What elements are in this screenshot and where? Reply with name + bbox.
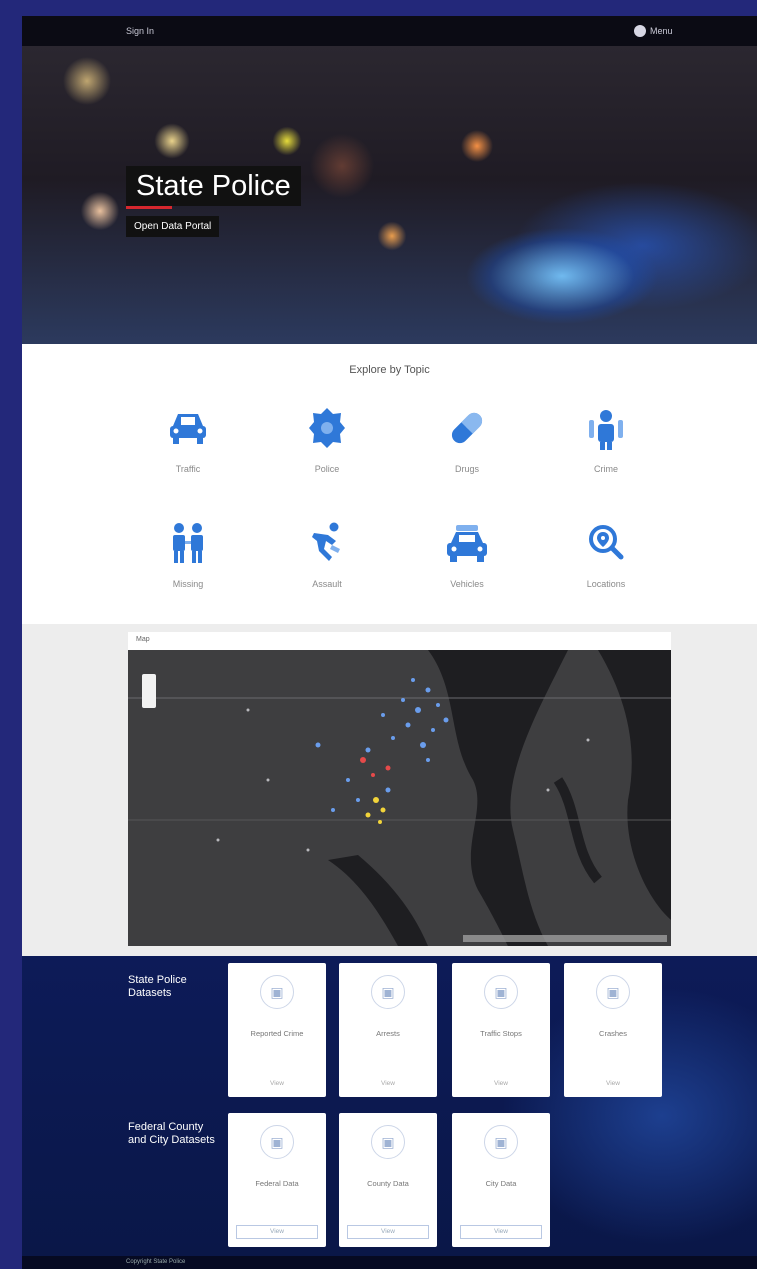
dataset-card[interactable]: ▣ Traffic Stops View — [452, 963, 550, 1097]
topic-item-traffic[interactable]: Traffic — [128, 404, 248, 474]
dataset-card[interactable]: ▣ City Data View — [452, 1113, 550, 1247]
dataset-icon: ▣ — [371, 1125, 405, 1159]
dataset-icon: ▣ — [484, 975, 518, 1009]
dataset-title: City Data — [485, 1179, 517, 1188]
brand-link[interactable]: Sign In — [126, 26, 154, 36]
dataset-button[interactable]: View — [460, 1225, 542, 1239]
dataset-icon: ▣ — [371, 975, 405, 1009]
topics-section: Explore by Topic Traffic Police Drugs Cr… — [22, 344, 757, 624]
dataset-title: Traffic Stops — [480, 1029, 522, 1038]
topic-label: Missing — [172, 579, 204, 589]
map-window: Map — [128, 632, 671, 946]
topic-item-assault[interactable]: Assault — [267, 519, 387, 589]
location-search-icon — [589, 525, 624, 560]
dataset-link[interactable]: View — [452, 1080, 550, 1087]
dataset-button[interactable]: View — [347, 1225, 429, 1239]
dataset-button[interactable]: View — [236, 1225, 318, 1239]
topic-label: Crime — [594, 464, 618, 474]
page-frame: Sign In Menu State Police Open Data Port… — [22, 16, 757, 1269]
dataset-title: Arrests — [376, 1029, 400, 1038]
page-subtitle: Open Data Portal — [126, 216, 220, 237]
dataset-icon: ▣ — [260, 975, 294, 1009]
topic-item-crime[interactable]: Crime — [546, 404, 666, 474]
dataset-card[interactable]: ▣ County Data View — [339, 1113, 437, 1247]
dataset-link[interactable]: View — [339, 1080, 437, 1087]
user-menu-label: Menu — [650, 26, 673, 36]
dataset-title: Crashes — [599, 1029, 627, 1038]
crime-map[interactable] — [128, 650, 671, 946]
dataset-title: County Data — [367, 1179, 409, 1188]
dataset-link[interactable]: View — [228, 1080, 326, 1087]
topic-label: Assault — [312, 579, 342, 589]
police-badge-icon — [309, 408, 345, 448]
page-title: State Police — [126, 166, 301, 209]
dataset-link[interactable]: View — [564, 1080, 662, 1087]
family-icon — [173, 523, 203, 563]
topic-item-drugs[interactable]: Drugs — [407, 404, 527, 474]
dataset-icon: ▣ — [260, 1125, 294, 1159]
topic-label: Locations — [586, 579, 626, 589]
dataset-title: Reported Crime — [250, 1029, 304, 1038]
datasets-section: State Police Datasets ▣ Reported Crime V… — [22, 956, 757, 1256]
footer: Copyright State Police — [22, 1256, 757, 1269]
user-icon — [634, 25, 646, 37]
group-label-federal: Federal County and City Datasets — [128, 1121, 215, 1146]
topic-item-locations[interactable]: Locations — [546, 519, 666, 589]
user-menu[interactable]: Menu — [634, 25, 673, 37]
dataset-card[interactable]: ▣ Reported Crime View — [228, 963, 326, 1097]
hero-banner: State Police Open Data Portal — [22, 46, 757, 344]
vehicle-icon — [447, 525, 487, 562]
group-label-state: State Police Datasets — [128, 974, 187, 999]
zoom-control[interactable] — [142, 674, 156, 708]
car-crash-icon — [170, 414, 206, 444]
topic-item-police[interactable]: Police — [267, 404, 387, 474]
dataset-card[interactable]: ▣ Federal Data View — [228, 1113, 326, 1247]
map-section: Map — [22, 624, 757, 956]
person-icon — [589, 410, 623, 450]
pill-icon — [451, 412, 483, 444]
footer-text: Copyright State Police — [126, 1259, 186, 1265]
topics-heading: Explore by Topic — [349, 364, 430, 376]
fall-icon — [312, 522, 340, 561]
topic-label: Traffic — [175, 464, 201, 474]
top-navigation: Sign In Menu — [22, 16, 757, 46]
map-attribution — [463, 935, 667, 942]
topic-item-missing[interactable]: Missing — [128, 519, 248, 589]
dataset-icon: ▣ — [484, 1125, 518, 1159]
topic-item-vehicles[interactable]: Vehicles — [407, 519, 527, 589]
map-title: Map — [136, 636, 150, 643]
map-basemap — [128, 650, 671, 946]
topic-label: Vehicles — [450, 579, 484, 589]
topic-label: Drugs — [454, 464, 479, 474]
dataset-icon: ▣ — [596, 975, 630, 1009]
dataset-title: Federal Data — [255, 1179, 299, 1188]
dataset-card[interactable]: ▣ Arrests View — [339, 963, 437, 1097]
topic-label: Police — [314, 464, 340, 474]
dataset-card[interactable]: ▣ Crashes View — [564, 963, 662, 1097]
